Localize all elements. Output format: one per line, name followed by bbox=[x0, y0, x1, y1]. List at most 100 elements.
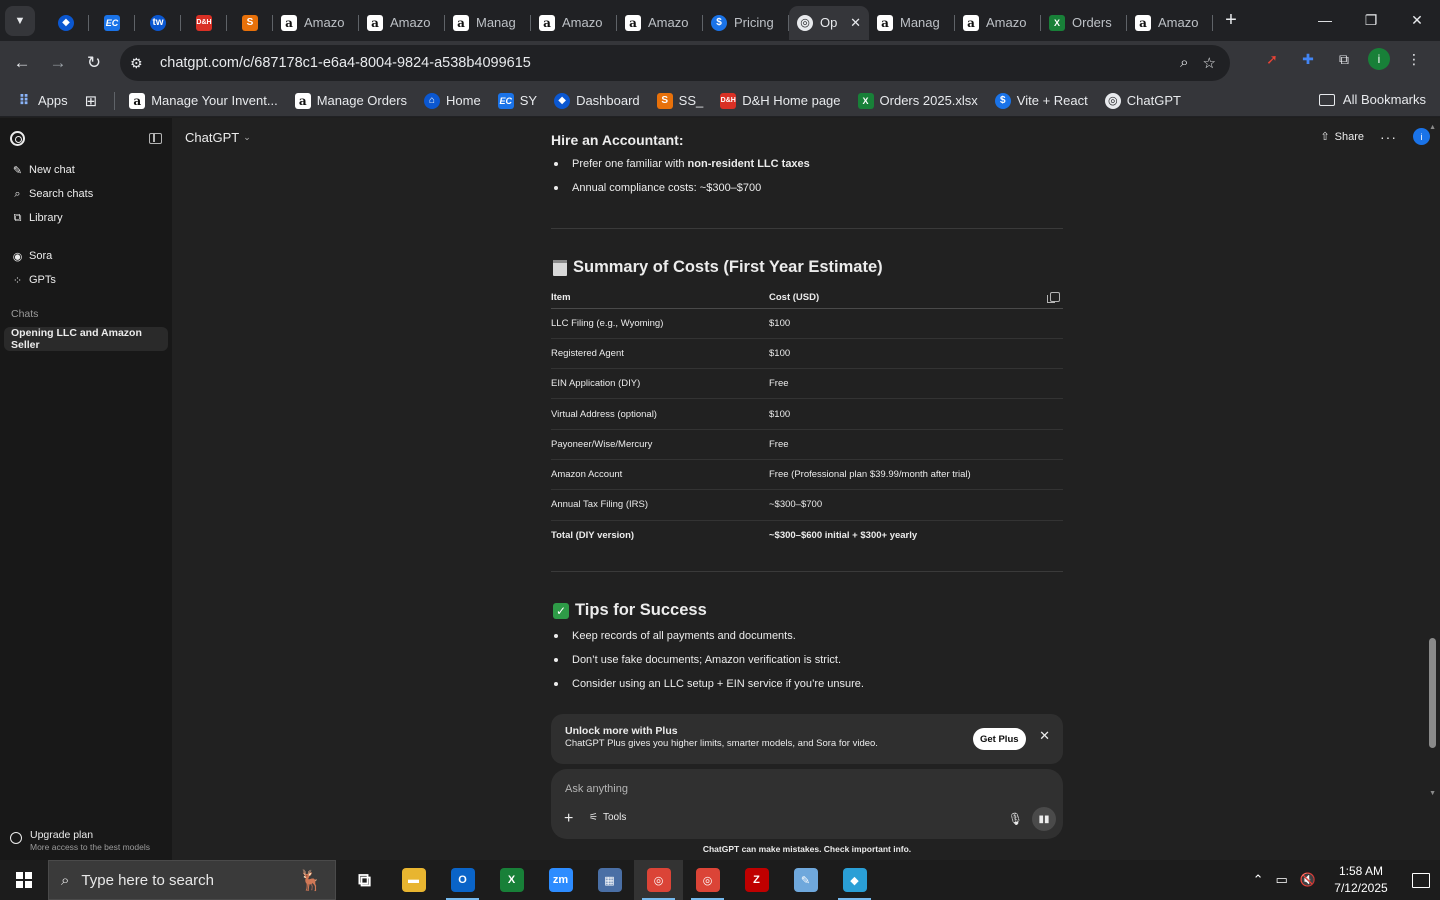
taskbar-app-chrome-profile[interactable]: ◎ bbox=[683, 860, 732, 900]
bookmark-item[interactable]: ◎ ChatGPT bbox=[1104, 92, 1181, 109]
taskbar-app-zoom[interactable]: zm bbox=[536, 860, 585, 900]
network-icon[interactable]: ▭ bbox=[1276, 872, 1288, 888]
sidebar-item-search-chats[interactable]: ⌕ Search chats bbox=[0, 182, 172, 206]
browser-tab[interactable]: D&H bbox=[181, 6, 227, 40]
table-cell-cost: ~$300–$700 bbox=[769, 489, 1063, 521]
bookmark-star-icon[interactable]: ☆ bbox=[1203, 54, 1216, 72]
voice-mode-icon[interactable]: ▮▮ bbox=[1032, 807, 1056, 831]
browser-tab[interactable]: ◎ Op ✕ bbox=[789, 5, 869, 40]
scroll-down-arrow-icon[interactable]: ▼ bbox=[1429, 790, 1436, 797]
bookmark-item[interactable]: ⠿ Apps bbox=[16, 92, 68, 109]
openai-logo-icon[interactable] bbox=[10, 130, 25, 146]
browser-tab[interactable]: $ Pricing bbox=[703, 6, 789, 40]
tab-groups-icon[interactable]: ⊞ bbox=[85, 92, 98, 110]
site-info-icon[interactable]: ⚙ bbox=[130, 55, 156, 72]
scroll-up-arrow-icon[interactable]: ▲ bbox=[1429, 124, 1436, 131]
close-tab-icon[interactable]: ✕ bbox=[850, 15, 861, 31]
browser-tab[interactable]: a Amazo bbox=[955, 6, 1041, 40]
upgrade-plan-button[interactable]: Upgrade plan More access to the best mod… bbox=[10, 829, 150, 852]
browser-tab[interactable]: a Amazo bbox=[1127, 6, 1213, 40]
bookmark-item[interactable]: $ Vite + React bbox=[994, 92, 1088, 109]
sidebar-item-gpts[interactable]: ⁘ GPTs bbox=[0, 268, 172, 292]
bookmark-item[interactable]: X Orders 2025.xlsx bbox=[857, 92, 978, 109]
copy-table-icon[interactable] bbox=[1047, 291, 1060, 303]
close-sidebar-icon[interactable] bbox=[149, 132, 162, 144]
sidebar-item-library[interactable]: ⧉ Library bbox=[0, 206, 172, 230]
taskbar-search-box[interactable]: ⌕ Type here to search 🦌 bbox=[48, 860, 336, 900]
bookmark-item[interactable]: ◆ Dashboard bbox=[554, 92, 640, 109]
show-hidden-icons-icon[interactable]: ⌃ bbox=[1253, 872, 1264, 888]
extension-blue-icon[interactable]: ✚ bbox=[1296, 47, 1320, 71]
taskbar-app-app-diamond[interactable]: ◆ bbox=[830, 860, 879, 900]
microphone-icon[interactable]: 🎙 bbox=[1008, 812, 1023, 826]
taskbar-app-filezilla[interactable]: Z bbox=[732, 860, 781, 900]
new-tab-button[interactable]: + bbox=[1217, 7, 1245, 35]
browser-tab[interactable]: a Manag bbox=[869, 6, 955, 40]
bookmark-item[interactable]: D&H D&H Home page bbox=[720, 92, 841, 109]
get-plus-button[interactable]: Get Plus bbox=[973, 728, 1026, 750]
browser-tab[interactable]: EC bbox=[89, 6, 135, 40]
browser-tab[interactable]: a Manag bbox=[445, 6, 531, 40]
clock[interactable]: 1:58 AM 7/12/2025 bbox=[1328, 863, 1394, 897]
scrollbar-thumb[interactable] bbox=[1429, 638, 1436, 748]
browser-tab[interactable]: a Amazo bbox=[617, 6, 703, 40]
zoom-icon[interactable]: ⌕ bbox=[1180, 54, 1188, 72]
sidebar-chat-item-active[interactable]: Opening LLC and Amazon Seller bbox=[4, 327, 168, 351]
edge-icon: ◆ bbox=[58, 14, 74, 31]
browser-tab[interactable]: tw bbox=[135, 6, 181, 40]
search-icon: ⌕ bbox=[61, 871, 70, 889]
add-attachment-icon[interactable]: + bbox=[564, 810, 573, 828]
bookmark-item[interactable]: EC SY bbox=[497, 92, 537, 109]
browser-tab[interactable]: ◆ bbox=[43, 6, 89, 40]
sidebar-item-sora[interactable]: ◉ Sora bbox=[0, 244, 172, 268]
browser-tab[interactable]: a Amazo bbox=[273, 6, 359, 40]
url-text[interactable]: chatgpt.com/c/687178c1-e6a4-8004-9824-a5… bbox=[160, 55, 531, 71]
minimize-button[interactable]: — bbox=[1302, 0, 1348, 40]
taskbar-app-task-view[interactable]: ⧉ bbox=[340, 860, 389, 900]
taskbar-app-file-explorer[interactable]: ▬ bbox=[389, 860, 438, 900]
close-window-button[interactable]: ✕ bbox=[1394, 0, 1440, 40]
table-cell-cost: Free bbox=[769, 368, 1063, 400]
bookmark-label: Vite + React bbox=[1016, 93, 1088, 108]
reload-button[interactable]: ↻ bbox=[76, 45, 112, 81]
bookmark-label: Orders 2025.xlsx bbox=[879, 93, 978, 108]
profile-avatar[interactable]: i bbox=[1368, 48, 1390, 70]
tools-button[interactable]: ⚟ Tools bbox=[589, 812, 626, 823]
all-bookmarks-button[interactable]: All Bookmarks bbox=[1318, 92, 1426, 107]
taskbar-app-chrome[interactable]: ◎ bbox=[634, 860, 683, 900]
prompt-input[interactable] bbox=[565, 779, 965, 799]
share-button[interactable]: ⇧ Share bbox=[1320, 130, 1364, 144]
browser-menu-icon[interactable]: ⋮ bbox=[1402, 47, 1426, 71]
browser-tab[interactable]: a Amazo bbox=[531, 6, 617, 40]
bookmark-item[interactable]: ⌂ Home bbox=[424, 92, 481, 109]
more-options-icon[interactable]: ··· bbox=[1380, 129, 1397, 145]
model-selector[interactable]: ChatGPT ⌄ bbox=[185, 130, 251, 145]
browser-tab-strip: ▼ ◆ EC tw D&H Sa Amazo a Amazo a Manag a Amazo a Amaz… bbox=[0, 0, 1440, 41]
notifications-icon[interactable] bbox=[1412, 872, 1430, 888]
tab-title: Amazo bbox=[390, 15, 431, 30]
close-banner-icon[interactable]: ✕ bbox=[1039, 728, 1050, 744]
taskbar-app-excel[interactable]: X bbox=[487, 860, 536, 900]
back-button[interactable]: ← bbox=[4, 45, 40, 81]
user-avatar[interactable]: i bbox=[1413, 128, 1430, 145]
browser-tab[interactable]: a Amazo bbox=[359, 6, 445, 40]
browser-tab[interactable]: S bbox=[227, 6, 273, 40]
bookmark-item[interactable]: a Manage Orders bbox=[294, 92, 407, 109]
start-button[interactable] bbox=[0, 860, 48, 900]
table-row: EIN Application (DIY) Free bbox=[551, 368, 1063, 400]
taskbar-app-notepad[interactable]: ✎ bbox=[781, 860, 830, 900]
restore-button[interactable]: ❐ bbox=[1348, 0, 1394, 40]
list-item: Consider using an LLC setup + EIN servic… bbox=[551, 676, 1063, 700]
address-bar[interactable]: ⚙ chatgpt.com/c/687178c1-e6a4-8004-9824-… bbox=[120, 45, 1230, 81]
bookmark-item[interactable]: S SS_ bbox=[656, 92, 703, 109]
tab-search-button[interactable]: ▼ bbox=[5, 5, 35, 36]
sidebar-item-new-chat[interactable]: ✎ New chat bbox=[0, 158, 172, 182]
bookmark-item[interactable]: a Manage Your Invent... bbox=[129, 92, 278, 109]
taskbar-app-outlook[interactable]: O bbox=[438, 860, 487, 900]
browser-tab[interactable]: X Orders bbox=[1041, 6, 1127, 40]
taskbar-app-calculator[interactable]: ▦ bbox=[585, 860, 634, 900]
extensions-puzzle-icon[interactable]: ⧉ bbox=[1332, 47, 1356, 71]
extension-arrow-icon[interactable]: ➚ bbox=[1260, 47, 1284, 71]
forward-button[interactable]: → bbox=[40, 45, 76, 81]
volume-muted-icon[interactable]: 🔇 bbox=[1300, 872, 1316, 888]
